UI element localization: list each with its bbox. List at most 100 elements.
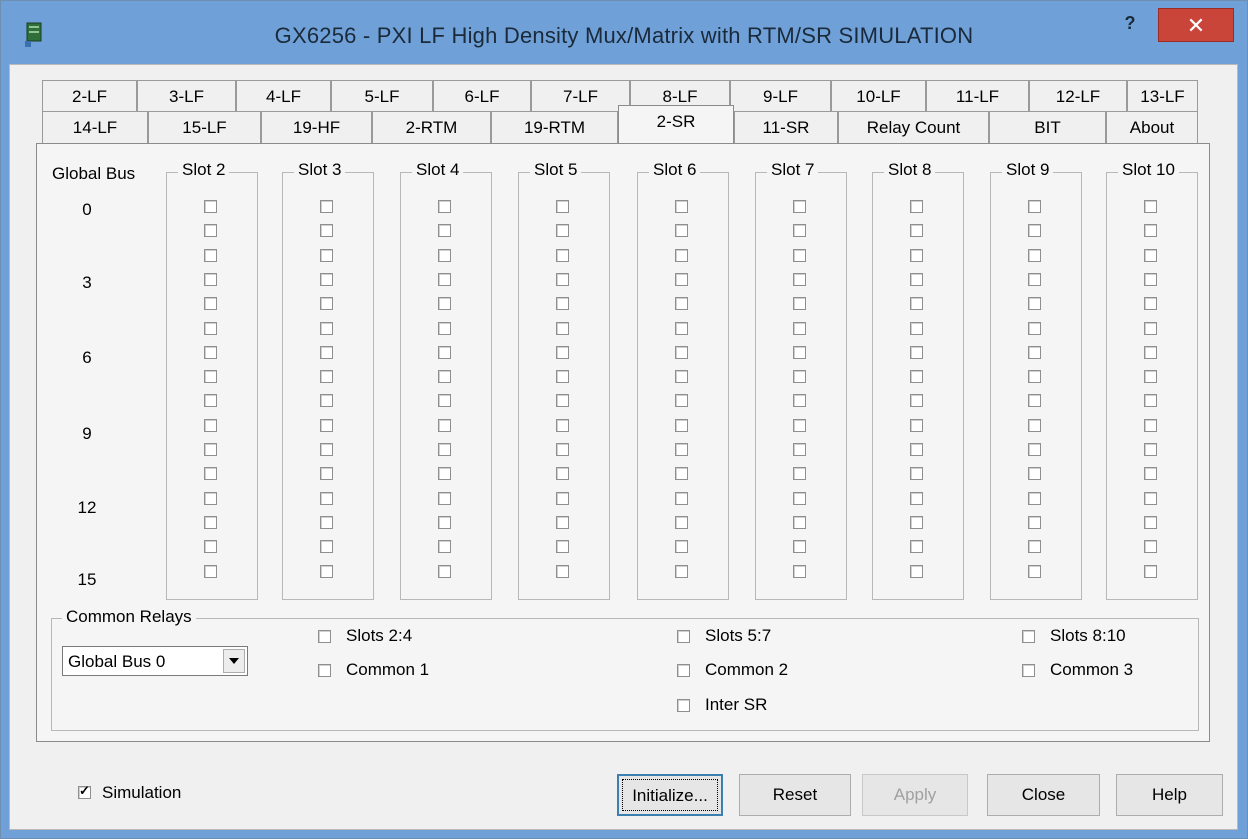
slot-5-relay-checkbox[interactable] xyxy=(556,564,569,578)
slot-8-relay-checkbox[interactable] xyxy=(910,515,923,529)
tab-7-lf[interactable]: 7-LF xyxy=(531,80,630,112)
slot-5-relay-checkbox[interactable] xyxy=(556,370,569,384)
tab-19-rtm[interactable]: 19-RTM xyxy=(491,111,618,143)
slot-4-relay-checkbox[interactable] xyxy=(438,491,451,505)
slot-9-relay-checkbox[interactable] xyxy=(1028,272,1041,286)
slot-8-relay-checkbox[interactable] xyxy=(910,200,923,213)
slot-7-relay-checkbox[interactable] xyxy=(793,443,806,456)
slot-4-relay-checkbox[interactable] xyxy=(438,515,451,529)
slot-4-relay-checkbox[interactable] xyxy=(438,443,451,456)
slot-8-relay-checkbox[interactable] xyxy=(910,272,923,286)
slot-8-relay-checkbox[interactable] xyxy=(910,443,923,456)
slot-2-relay-checkbox[interactable] xyxy=(204,297,217,311)
slot-7-relay-checkbox[interactable] xyxy=(793,540,806,554)
slot-10-relay-checkbox[interactable] xyxy=(1144,200,1157,213)
tab-bit[interactable]: BIT xyxy=(989,111,1106,143)
tab-13-lf[interactable]: 13-LF xyxy=(1127,80,1198,112)
slot-9-relay-checkbox[interactable] xyxy=(1028,345,1041,359)
slot-10-relay-checkbox[interactable] xyxy=(1144,321,1157,335)
tab-19-hf[interactable]: 19-HF xyxy=(261,111,372,143)
slot-3-relay-checkbox[interactable] xyxy=(320,345,333,359)
slot-2-relay-checkbox[interactable] xyxy=(204,200,217,213)
slot-9-relay-checkbox[interactable] xyxy=(1028,297,1041,311)
slot-9-relay-checkbox[interactable] xyxy=(1028,467,1041,481)
slot-6-relay-checkbox[interactable] xyxy=(675,345,688,359)
slot-9-relay-checkbox[interactable] xyxy=(1028,224,1041,238)
close-icon[interactable]: ✕ xyxy=(1158,8,1234,42)
slot-10-relay-checkbox[interactable] xyxy=(1144,443,1157,456)
slot-6-relay-checkbox[interactable] xyxy=(675,248,688,262)
slot-3-relay-checkbox[interactable] xyxy=(320,564,333,578)
slot-2-relay-checkbox[interactable] xyxy=(204,370,217,384)
slot-10-relay-checkbox[interactable] xyxy=(1144,297,1157,311)
slot-5-relay-checkbox[interactable] xyxy=(556,394,569,408)
slot-7-relay-checkbox[interactable] xyxy=(793,515,806,529)
tab-12-lf[interactable]: 12-LF xyxy=(1029,80,1127,112)
slot-9-relay-checkbox[interactable] xyxy=(1028,321,1041,335)
slot-2-relay-checkbox[interactable] xyxy=(204,491,217,505)
slot-8-relay-checkbox[interactable] xyxy=(910,418,923,432)
slot-6-relay-checkbox[interactable] xyxy=(675,418,688,432)
slot-5-relay-checkbox[interactable] xyxy=(556,540,569,554)
common-2-checkbox[interactable] xyxy=(677,664,690,677)
reset-button[interactable]: Reset xyxy=(739,774,851,816)
slot-9-relay-checkbox[interactable] xyxy=(1028,443,1041,456)
slot-5-relay-checkbox[interactable] xyxy=(556,345,569,359)
slot-9-relay-checkbox[interactable] xyxy=(1028,540,1041,554)
slot-3-relay-checkbox[interactable] xyxy=(320,418,333,432)
tab-2-rtm[interactable]: 2-RTM xyxy=(372,111,491,143)
slot-8-relay-checkbox[interactable] xyxy=(910,224,923,238)
slot-5-relay-checkbox[interactable] xyxy=(556,467,569,481)
slot-8-relay-checkbox[interactable] xyxy=(910,321,923,335)
slot-9-relay-checkbox[interactable] xyxy=(1028,564,1041,578)
slot-6-relay-checkbox[interactable] xyxy=(675,370,688,384)
slot-10-relay-checkbox[interactable] xyxy=(1144,345,1157,359)
tab-4-lf[interactable]: 4-LF xyxy=(236,80,331,112)
slot-6-relay-checkbox[interactable] xyxy=(675,540,688,554)
slot-9-relay-checkbox[interactable] xyxy=(1028,418,1041,432)
slot-8-relay-checkbox[interactable] xyxy=(910,370,923,384)
slot-4-relay-checkbox[interactable] xyxy=(438,321,451,335)
slot-2-relay-checkbox[interactable] xyxy=(204,540,217,554)
tab-10-lf[interactable]: 10-LF xyxy=(831,80,926,112)
slot-2-relay-checkbox[interactable] xyxy=(204,394,217,408)
slot-4-relay-checkbox[interactable] xyxy=(438,297,451,311)
slot-6-relay-checkbox[interactable] xyxy=(675,224,688,238)
slot-7-relay-checkbox[interactable] xyxy=(793,467,806,481)
tab-15-lf[interactable]: 15-LF xyxy=(148,111,261,143)
slot-3-relay-checkbox[interactable] xyxy=(320,272,333,286)
slot-5-relay-checkbox[interactable] xyxy=(556,321,569,335)
slot-10-relay-checkbox[interactable] xyxy=(1144,272,1157,286)
slot-3-relay-checkbox[interactable] xyxy=(320,540,333,554)
help-icon[interactable]: ? xyxy=(1118,13,1142,41)
slot-4-relay-checkbox[interactable] xyxy=(438,564,451,578)
slot-10-relay-checkbox[interactable] xyxy=(1144,370,1157,384)
slot-5-relay-checkbox[interactable] xyxy=(556,200,569,213)
common-3-checkbox[interactable] xyxy=(1022,664,1035,677)
slot-10-relay-checkbox[interactable] xyxy=(1144,491,1157,505)
tab-11-sr[interactable]: 11-SR xyxy=(734,111,838,143)
slot-7-relay-checkbox[interactable] xyxy=(793,321,806,335)
slot-4-relay-checkbox[interactable] xyxy=(438,345,451,359)
slot-6-relay-checkbox[interactable] xyxy=(675,515,688,529)
slot-8-relay-checkbox[interactable] xyxy=(910,248,923,262)
slot-9-relay-checkbox[interactable] xyxy=(1028,394,1041,408)
slot-6-relay-checkbox[interactable] xyxy=(675,200,688,213)
slot-7-relay-checkbox[interactable] xyxy=(793,248,806,262)
slot-9-relay-checkbox[interactable] xyxy=(1028,248,1041,262)
slot-7-relay-checkbox[interactable] xyxy=(793,200,806,213)
slot-10-relay-checkbox[interactable] xyxy=(1144,394,1157,408)
slot-2-relay-checkbox[interactable] xyxy=(204,564,217,578)
slot-8-relay-checkbox[interactable] xyxy=(910,540,923,554)
slot-10-relay-checkbox[interactable] xyxy=(1144,515,1157,529)
slot-4-relay-checkbox[interactable] xyxy=(438,418,451,432)
slot-4-relay-checkbox[interactable] xyxy=(438,394,451,408)
slot-5-relay-checkbox[interactable] xyxy=(556,491,569,505)
slot-2-relay-checkbox[interactable] xyxy=(204,443,217,456)
slot-7-relay-checkbox[interactable] xyxy=(793,297,806,311)
slot-4-relay-checkbox[interactable] xyxy=(438,370,451,384)
slot-9-relay-checkbox[interactable] xyxy=(1028,491,1041,505)
slot-5-relay-checkbox[interactable] xyxy=(556,297,569,311)
slot-4-relay-checkbox[interactable] xyxy=(438,272,451,286)
tab-5-lf[interactable]: 5-LF xyxy=(331,80,433,112)
